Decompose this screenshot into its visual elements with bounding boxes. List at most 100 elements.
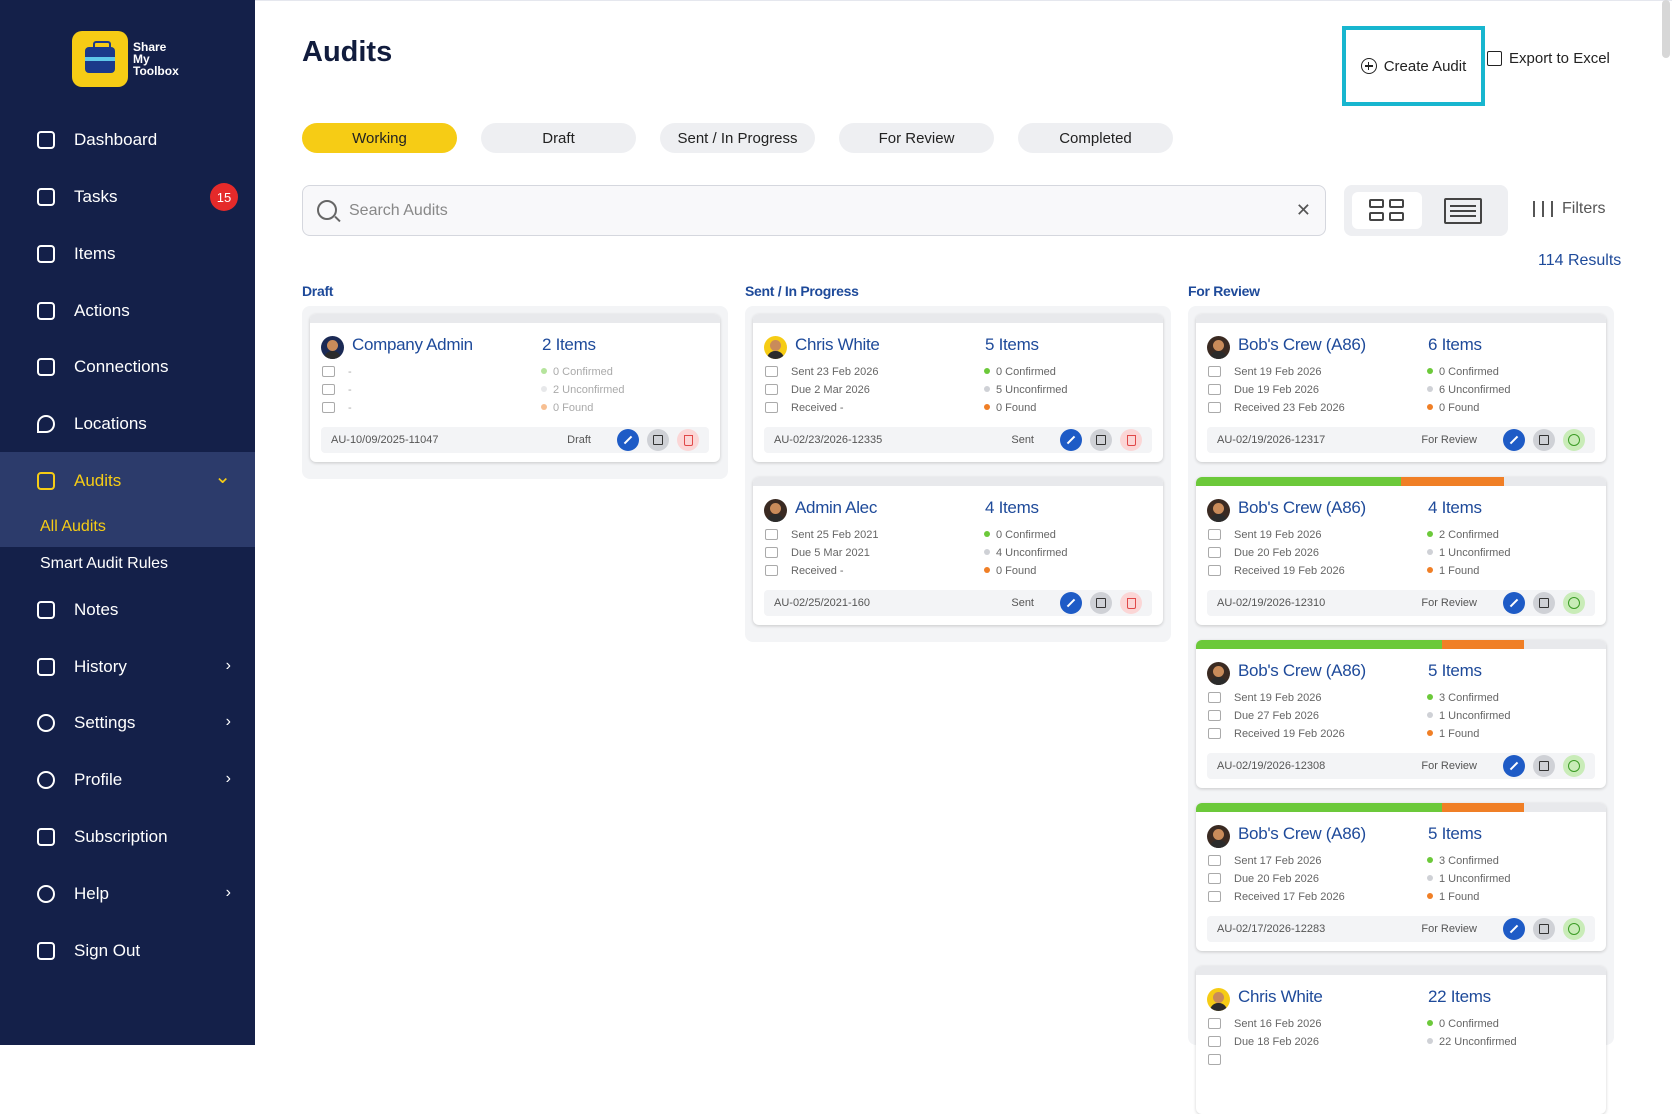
item-count: 5 Items <box>1428 824 1482 843</box>
scrollbar[interactable] <box>1662 0 1670 58</box>
approve-check-icon[interactable] <box>1563 592 1585 614</box>
sidebar-item-sign-out[interactable]: Sign Out <box>0 922 255 979</box>
progress-bar <box>1196 803 1606 812</box>
audit-card[interactable]: Admin Alec 4 Items Sent 25 Feb 2021 0 Confi… <box>753 477 1163 625</box>
card-footer: AU-02/23/2026-12335 Sent <box>764 427 1152 453</box>
create-audit-button[interactable]: Create Audit <box>1342 26 1485 106</box>
sidebar-item-notes[interactable]: Notes <box>0 581 255 638</box>
export-icon[interactable] <box>1533 429 1555 451</box>
audit-reference: AU-02/19/2026-12317 <box>1217 434 1326 446</box>
search-input[interactable]: Search Audits ✕ <box>302 185 1326 236</box>
calendar-icon <box>1208 1036 1221 1047</box>
sidebar-item-help[interactable]: Help › <box>0 865 255 922</box>
audit-date-line: Received - <box>765 565 844 577</box>
assignee-name[interactable]: Company Admin <box>352 335 473 355</box>
progress-confirmed <box>1196 640 1442 649</box>
delete-icon[interactable] <box>1120 592 1142 614</box>
export-icon[interactable] <box>1533 918 1555 940</box>
avatar <box>1207 988 1230 1011</box>
edit-pencil-icon[interactable] <box>1503 592 1525 614</box>
export-icon[interactable] <box>1533 592 1555 614</box>
export-icon[interactable] <box>647 429 669 451</box>
assignee-name[interactable]: Chris White <box>795 335 880 355</box>
audit-card[interactable]: Chris White 5 Items Sent 23 Feb 2026 0 Conf… <box>753 314 1163 462</box>
avatar <box>1207 662 1230 685</box>
audit-card[interactable]: Bob's Crew (A86) 5 Items Sent 17 Feb 2026 3… <box>1196 803 1606 951</box>
status-dot-icon <box>1427 694 1433 700</box>
tab-draft[interactable]: Draft <box>481 123 636 153</box>
approve-check-icon[interactable] <box>1563 755 1585 777</box>
edit-pencil-icon[interactable] <box>1503 918 1525 940</box>
item-count: 5 Items <box>1428 661 1482 680</box>
audit-status-label: For Review <box>1421 434 1477 446</box>
approve-check-icon[interactable] <box>1563 429 1585 451</box>
audit-stat: 1 Unconfirmed <box>1427 873 1511 885</box>
status-dot-icon <box>1427 549 1433 555</box>
export-icon[interactable] <box>1090 592 1112 614</box>
audit-stat: 5 Unconfirmed <box>984 384 1068 396</box>
audit-card[interactable]: Bob's Crew (A86) 6 Items Sent 19 Feb 2026 0… <box>1196 314 1606 462</box>
audit-card[interactable]: Company Admin 2 Items - 0 Confirmed - 2 Uncon… <box>310 314 720 462</box>
brand-logo[interactable]: Share My Toolbox <box>72 31 193 87</box>
sliders-icon <box>1533 201 1553 217</box>
sidebar-item-profile[interactable]: Profile › <box>0 751 255 808</box>
audit-stat: 3 Confirmed <box>1427 692 1499 704</box>
delete-icon[interactable] <box>677 429 699 451</box>
audit-date-line: Received - <box>765 402 844 414</box>
tab-for-review[interactable]: For Review <box>839 123 994 153</box>
approve-check-icon[interactable] <box>1563 918 1585 940</box>
delete-icon[interactable] <box>1120 429 1142 451</box>
audit-date-line: Sent 19 Feb 2026 <box>1208 529 1321 541</box>
audit-card[interactable]: Bob's Crew (A86) 5 Items Sent 19 Feb 2026 3… <box>1196 640 1606 788</box>
tasks-count-badge: 15 <box>210 183 238 211</box>
assignee-name[interactable]: Bob's Crew (A86) <box>1238 661 1366 681</box>
toolbox-icon <box>37 245 55 263</box>
edit-pencil-icon[interactable] <box>1503 429 1525 451</box>
assignee-name[interactable]: Chris White <box>1238 987 1323 1007</box>
sidebar-subitem-all-audits[interactable]: All Audits <box>0 507 255 547</box>
audit-stat: 0 Found <box>984 402 1036 414</box>
sidebar-item-audits[interactable]: Audits ⌄ <box>0 452 255 509</box>
audit-date-line: Sent 19 Feb 2026 <box>1208 366 1321 378</box>
sidebar-item-connections[interactable]: Connections <box>0 338 255 395</box>
assignee-name[interactable]: Admin Alec <box>795 498 877 518</box>
sidebar-item-dashboard[interactable]: Dashboard <box>0 111 255 168</box>
sidebar-item-subscription[interactable]: Subscription <box>0 808 255 865</box>
calendar-icon <box>1208 384 1221 395</box>
sidebar-item-locations[interactable]: Locations <box>0 395 255 452</box>
status-dot-icon <box>984 368 990 374</box>
calendar-icon <box>1208 547 1221 558</box>
edit-pencil-icon[interactable] <box>1060 429 1082 451</box>
people-icon <box>37 358 55 376</box>
edit-pencil-icon[interactable] <box>617 429 639 451</box>
list-view-button[interactable] <box>1444 198 1482 224</box>
edit-pencil-icon[interactable] <box>1503 755 1525 777</box>
sidebar-item-history[interactable]: History › <box>0 638 255 695</box>
export-to-excel-button[interactable]: Export to Excel <box>1487 50 1610 67</box>
column-title: For Review <box>1188 283 1260 299</box>
assignee-name[interactable]: Bob's Crew (A86) <box>1238 824 1366 844</box>
assignee-name[interactable]: Bob's Crew (A86) <box>1238 335 1366 355</box>
sidebar-subitem-smart-audit-rules[interactable]: Smart Audit Rules <box>0 544 255 584</box>
export-icon[interactable] <box>1090 429 1112 451</box>
export-icon[interactable] <box>1533 755 1555 777</box>
grid-icon <box>37 131 55 149</box>
sidebar-item-actions[interactable]: Actions <box>0 282 255 339</box>
tab-completed[interactable]: Completed <box>1018 123 1173 153</box>
tab-working[interactable]: Working <box>302 123 457 153</box>
sidebar-item-items[interactable]: Items <box>0 225 255 282</box>
clear-search-icon[interactable]: ✕ <box>1296 200 1311 221</box>
sidebar-item-settings[interactable]: Settings › <box>0 694 255 751</box>
assignee-name[interactable]: Bob's Crew (A86) <box>1238 498 1366 518</box>
audit-status-label: Sent <box>1011 597 1034 609</box>
calendar-icon <box>765 547 778 558</box>
edit-pencil-icon[interactable] <box>1060 592 1082 614</box>
filters-button[interactable]: Filters <box>1533 200 1606 218</box>
audit-card[interactable]: Chris White 22 Items Sent 16 Feb 2026 0 Con… <box>1196 966 1606 1114</box>
status-dot-icon <box>1427 875 1433 881</box>
audit-card[interactable]: Bob's Crew (A86) 4 Items Sent 19 Feb 2026 2… <box>1196 477 1606 625</box>
grid-view-button[interactable] <box>1352 192 1422 229</box>
audit-date-line: Sent 17 Feb 2026 <box>1208 855 1321 867</box>
tab-sent-in-progress[interactable]: Sent / In Progress <box>660 123 815 153</box>
audit-date-line: Received 19 Feb 2026 <box>1208 565 1345 577</box>
